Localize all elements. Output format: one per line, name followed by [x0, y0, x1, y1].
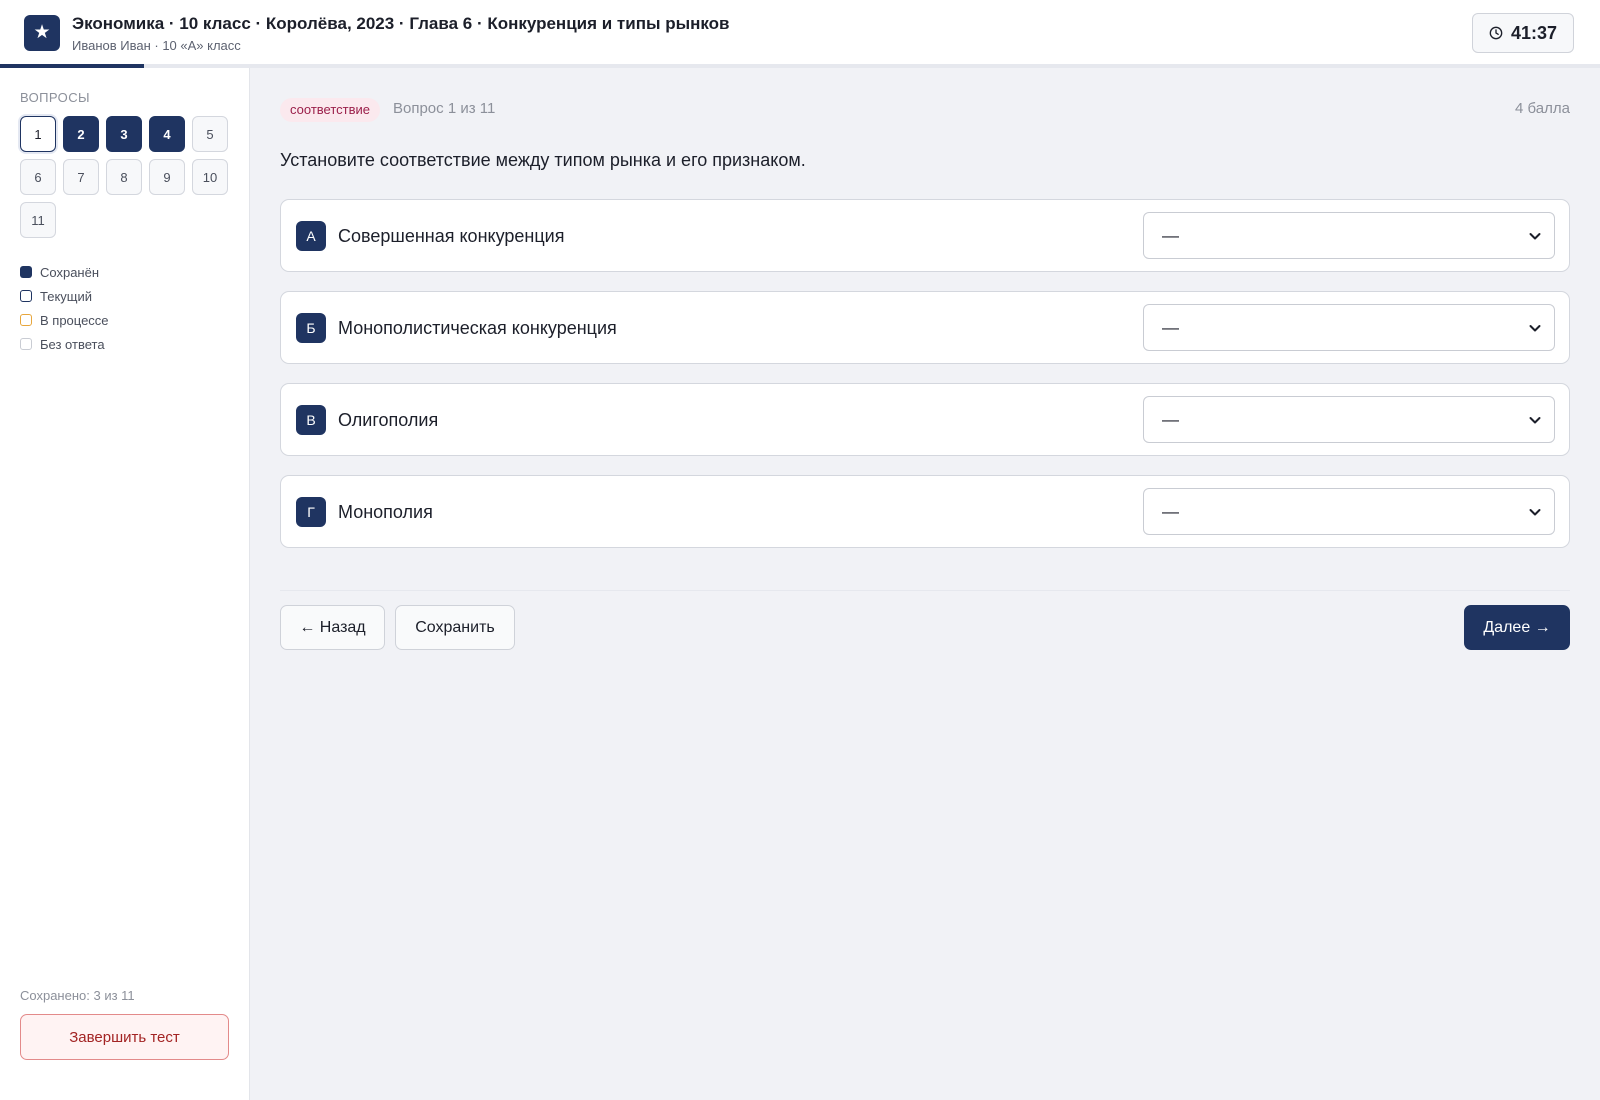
question-text: Установите соответствие между типом рынк…	[280, 150, 806, 170]
question-nav-button[interactable]: 1	[20, 116, 56, 152]
question-points: 4 балла	[1515, 100, 1570, 117]
question-nav-button[interactable]: 7	[63, 159, 99, 195]
next-button[interactable]: Далее →	[1464, 605, 1570, 650]
legend-swatch	[20, 338, 32, 350]
select-value: —	[1162, 318, 1179, 337]
question-nav-button[interactable]: 4	[149, 116, 185, 152]
row-letter: Г	[296, 497, 326, 527]
legend-label: Без ответа	[40, 336, 105, 352]
row-letter: А	[296, 221, 326, 251]
legend-swatch	[20, 266, 32, 278]
row-letter: В	[296, 405, 326, 435]
match-select[interactable]: —	[1143, 304, 1555, 351]
select-value: —	[1162, 410, 1179, 429]
question-nav-button[interactable]: 10	[192, 159, 228, 195]
question-nav-button[interactable]: 2	[63, 116, 99, 152]
question-nav-button[interactable]: 5	[192, 116, 228, 152]
clock-icon	[1489, 26, 1503, 40]
row-label: Совершенная конкуренция	[338, 226, 565, 246]
chevron-down-icon	[1529, 325, 1541, 332]
legend-swatch	[20, 314, 32, 326]
row-label: Монополия	[338, 502, 433, 522]
match-row: Г Монополия —	[280, 475, 1570, 548]
question-nav-button[interactable]: 9	[149, 159, 185, 195]
match-select[interactable]: —	[1143, 212, 1555, 259]
test-title: Экономика · 10 класс · Королёва, 2023 · …	[72, 14, 730, 33]
question-nav-button[interactable]: 11	[20, 202, 56, 238]
top-bar: ★ Экономика · 10 класс · Королёва, 2023 …	[0, 0, 1600, 68]
question-nav-button[interactable]: 3	[106, 116, 142, 152]
chevron-down-icon	[1529, 509, 1541, 516]
back-button[interactable]: ← Назад	[280, 605, 385, 650]
divider	[280, 590, 1570, 591]
row-letter: Б	[296, 313, 326, 343]
legend-item: Текущий	[20, 284, 109, 308]
status-legend: Сохранён Текущий В процессе Без ответа	[20, 260, 109, 356]
match-row: Б Монополистическая конкуренция —	[280, 291, 1570, 364]
sidebar: Вопросы 1 2 3 4 5 6 7 8 9 10 11 Сохранён Текущий В п…	[0, 68, 250, 1100]
legend-label: В процессе	[40, 312, 109, 328]
timer-value: 41:37	[1510, 22, 1558, 43]
match-select[interactable]: —	[1143, 396, 1555, 443]
chevron-down-icon	[1529, 233, 1541, 240]
finish-test-button[interactable]: Завершить тест	[20, 1014, 229, 1060]
save-button[interactable]: Сохранить	[395, 605, 515, 650]
legend-swatch	[20, 290, 32, 302]
select-value: —	[1162, 226, 1179, 245]
chevron-down-icon	[1529, 417, 1541, 424]
question-nav-button[interactable]: 6	[20, 159, 56, 195]
student-info: Иванов Иван · 10 «А» класс	[72, 38, 241, 53]
questions-heading: Вопросы	[20, 90, 90, 105]
question-type-badge: соответствие	[280, 98, 380, 122]
legend-label: Текущий	[40, 288, 92, 304]
question-navigator: 1 2 3 4 5 6 7 8 9 10 11	[20, 116, 230, 238]
question-nav-button[interactable]: 8	[106, 159, 142, 195]
legend-item: Сохранён	[20, 260, 109, 284]
match-select[interactable]: —	[1143, 488, 1555, 535]
row-label: Олигополия	[338, 410, 439, 430]
legend-label: Сохранён	[40, 264, 100, 280]
star-icon: ★	[24, 15, 60, 51]
legend-item: В процессе	[20, 308, 109, 332]
row-label: Монополистическая конкуренция	[338, 318, 617, 338]
timer: 41:37	[1472, 13, 1574, 53]
question-number: Вопрос 1 из 11	[393, 100, 496, 117]
select-value: —	[1162, 502, 1179, 521]
legend-item: Без ответа	[20, 332, 109, 356]
match-row: В Олигополия —	[280, 383, 1570, 456]
match-row: А Совершенная конкуренция —	[280, 199, 1570, 272]
saved-count: Сохранено: 3 из 11	[20, 988, 135, 1003]
